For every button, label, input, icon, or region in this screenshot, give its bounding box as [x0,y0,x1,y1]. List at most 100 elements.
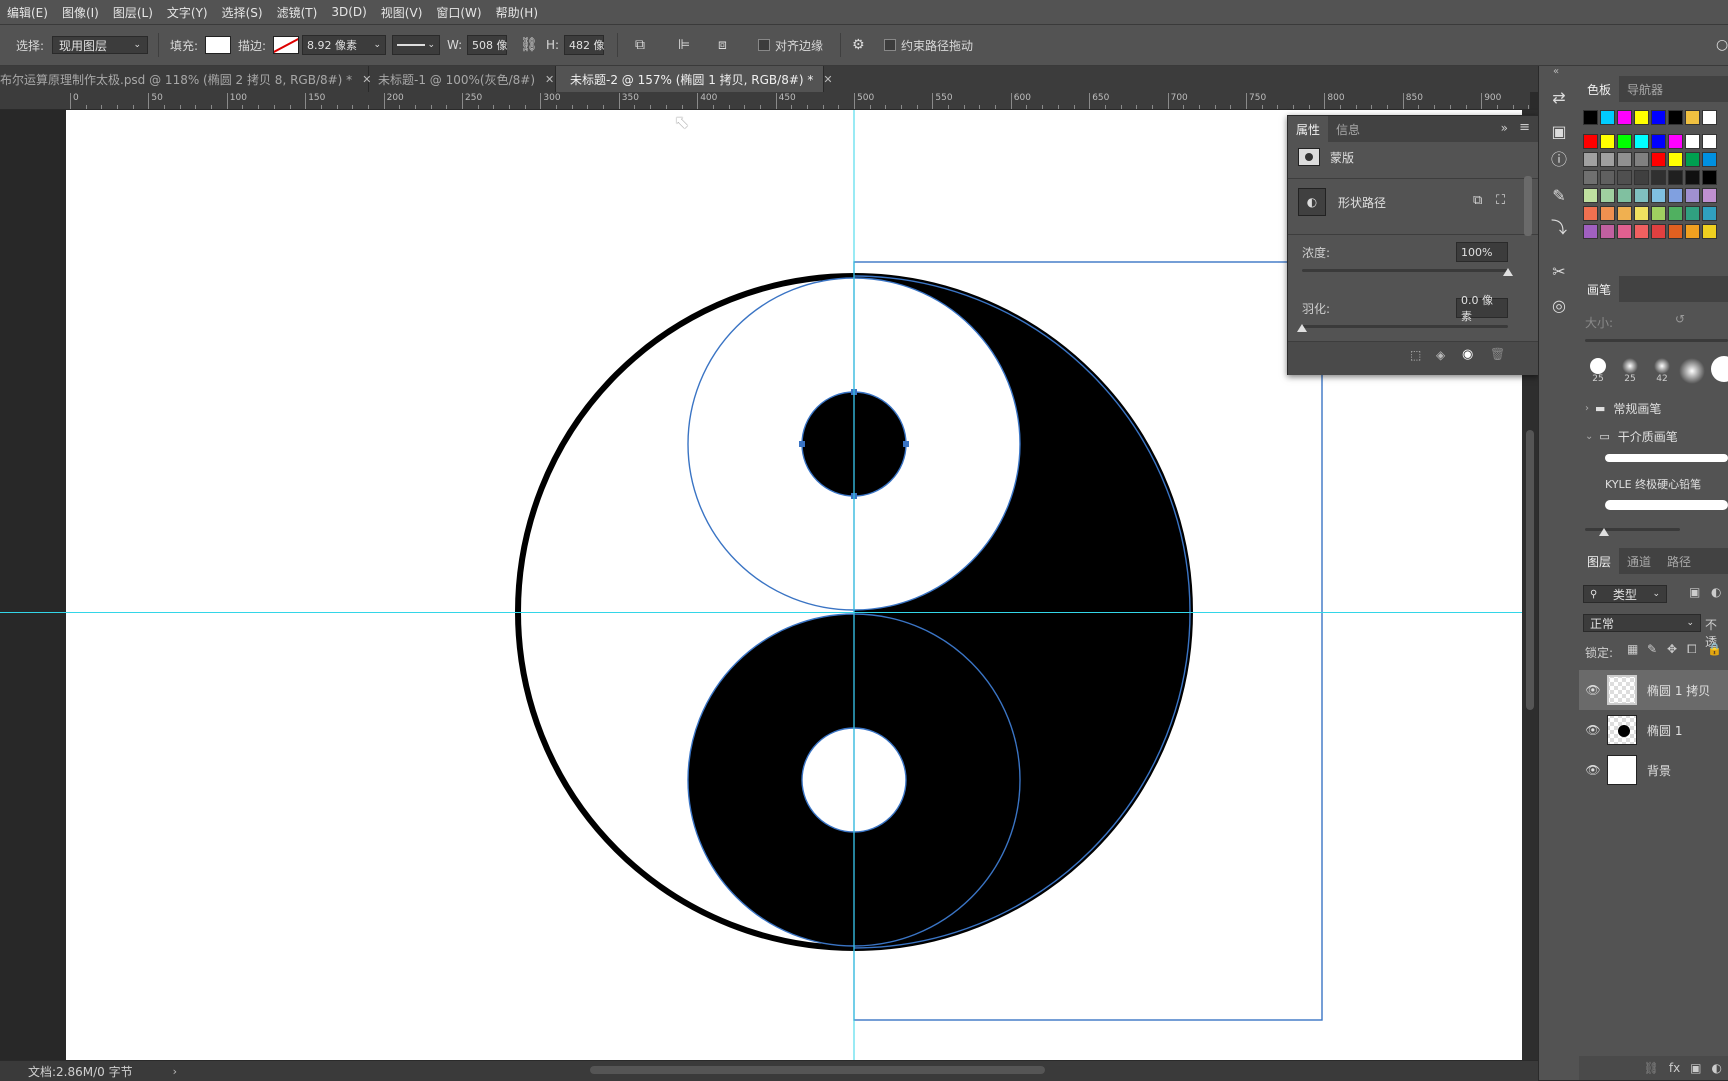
feather-slider[interactable] [1302,325,1508,328]
density-slider-knob[interactable] [1503,268,1513,276]
lock-all-icon[interactable]: 🔒 [1707,642,1722,656]
horizontal-guide[interactable] [0,612,1522,613]
color-swatch[interactable] [1651,134,1666,149]
add-mask-icon[interactable]: ▣ [1690,1061,1701,1075]
doc-tab-3[interactable]: 未标题-2 @ 157% (椭圆 1 拷贝, RGB/8#) * ✕ [556,66,833,92]
anchor-point[interactable] [903,441,909,447]
menu-help[interactable]: 帮助(H) [489,4,545,21]
menu-image[interactable]: 图像(I) [55,4,106,21]
color-swatch[interactable] [1685,110,1700,125]
libraries-icon[interactable]: ◎ [1549,296,1569,316]
color-swatch[interactable] [1634,134,1649,149]
color-swatch[interactable] [1617,152,1632,167]
color-swatch[interactable] [1668,206,1683,221]
layer-row[interactable]: 👁 椭圆 1 [1579,710,1728,750]
color-swatch[interactable] [1583,110,1598,125]
eye-icon[interactable]: ◉ [1462,347,1473,362]
color-swatch[interactable] [1617,224,1632,239]
color-swatch[interactable] [1651,206,1666,221]
brush-group-general[interactable]: › ▬ 常规画笔 [1585,400,1661,417]
shape-path-icon[interactable]: ◐ [1298,188,1326,216]
eye-icon[interactable]: 👁 [1585,763,1601,777]
clone-source-icon[interactable]: ⤵ [1549,218,1569,238]
adjustment-filter-icon[interactable]: ◐ [1711,585,1721,599]
layer-filter-dropdown[interactable]: ⚲ 类型 ⌄ [1583,585,1667,603]
path-alignment-icon[interactable]: ⊫ [678,37,690,53]
color-swatch[interactable] [1617,134,1632,149]
color-swatch[interactable] [1685,224,1700,239]
lock-pixels-icon[interactable]: ✎ [1647,642,1657,656]
select-layer-dropdown[interactable]: 现用图层 ⌄ [52,36,148,54]
layer-row[interactable]: 👁 椭圆 1 拷贝 [1579,670,1728,710]
link-icon[interactable]: ⛓ [1644,1061,1659,1075]
color-swatch[interactable] [1634,188,1649,203]
collapse-icon[interactable]: » [1501,121,1508,135]
reset-icon[interactable]: ↺ [1675,312,1685,326]
color-swatch[interactable] [1583,134,1598,149]
color-swatch[interactable] [1634,170,1649,185]
color-swatch[interactable] [1583,224,1598,239]
color-swatch[interactable] [1651,170,1666,185]
color-swatch[interactable] [1651,188,1666,203]
color-swatch[interactable] [1651,110,1666,125]
tab-properties[interactable]: 属性 [1288,116,1329,142]
apply-mask-icon[interactable]: ◈ [1436,348,1445,362]
color-swatch[interactable] [1702,170,1717,185]
color-swatch[interactable] [1617,170,1632,185]
color-swatch[interactable] [1685,134,1700,149]
info-icon[interactable]: ⓘ [1549,150,1569,170]
color-swatch[interactable] [1668,134,1683,149]
trash-icon[interactable]: 🗑 [1490,347,1505,361]
select-mask-icon[interactable]: ⧉ [1473,193,1482,208]
color-swatch[interactable] [1617,188,1632,203]
load-selection-icon[interactable]: ⬚ [1410,348,1421,362]
color-swatch[interactable] [1685,170,1700,185]
tab-layers[interactable]: 图层 [1579,548,1620,574]
color-swatch[interactable] [1668,224,1683,239]
path-arrangement-icon[interactable]: ⧈ [718,37,727,53]
menu-3d[interactable]: 3D(D) [324,5,373,19]
tab-channels[interactable]: 通道 [1619,548,1659,574]
lock-artboard-icon[interactable]: ⧠ [1687,642,1697,657]
color-swatch[interactable] [1668,110,1683,125]
menu-view[interactable]: 视图(V) [374,4,430,21]
color-swatch[interactable] [1600,134,1615,149]
menu-edit[interactable]: 编辑(E) [0,4,55,21]
color-swatch[interactable] [1651,224,1666,239]
height-field[interactable]: 482 像 [564,35,605,55]
brush-tip[interactable] [1679,354,1705,398]
stroke-width-field[interactable]: 8.92 像素 ⌄ [302,35,386,55]
color-swatch[interactable] [1685,206,1700,221]
color-swatch[interactable] [1685,188,1700,203]
panel-menu-icon[interactable]: ≡ [1519,120,1530,135]
path-operations-icon[interactable]: ⧉ [635,37,645,53]
doc-tab-2[interactable]: 未标题-1 @ 100%(灰色/8#) ✕ [368,66,556,92]
horizontal-ruler[interactable]: 0 50 100 150 200 250 300 350 400 450 500 550 600 650 7… [0,92,1530,110]
horizontal-scroll-thumb[interactable] [590,1066,1045,1074]
chevron-right-icon[interactable]: › [173,1065,177,1078]
color-swatch[interactable] [1600,206,1615,221]
properties-icon[interactable]: ▣ [1549,122,1569,142]
color-swatch[interactable] [1651,152,1666,167]
brush-size-slider[interactable] [1585,339,1728,342]
stroke-type-dropdown[interactable]: ⌄ [392,35,440,55]
color-swatch[interactable] [1583,206,1598,221]
brush-stroke-preview[interactable] [1605,454,1728,462]
menu-layer[interactable]: 图层(L) [106,4,160,21]
brush-icon[interactable]: ✎ [1549,186,1569,206]
link-icon[interactable]: ⛓ [520,37,538,53]
stroke-color-swatch[interactable] [273,36,299,54]
color-swatch[interactable] [1634,206,1649,221]
brush-preview-knob[interactable] [1599,528,1609,536]
menu-filter[interactable]: 滤镜(T) [270,4,325,21]
close-icon[interactable]: ✕ [823,73,832,86]
color-swatch[interactable] [1668,170,1683,185]
color-swatch[interactable] [1583,152,1598,167]
collapse-icon[interactable]: « [1553,66,1559,77]
color-swatch[interactable] [1600,188,1615,203]
color-swatch[interactable] [1634,224,1649,239]
lock-transparent-icon[interactable]: ▦ [1627,642,1638,656]
color-swatch[interactable] [1702,224,1717,239]
color-swatch[interactable] [1634,152,1649,167]
doc-tab-1[interactable]: 布尔运算原理制作太极.psd @ 118% (椭圆 2 拷贝 8, RGB/8#… [0,66,371,92]
